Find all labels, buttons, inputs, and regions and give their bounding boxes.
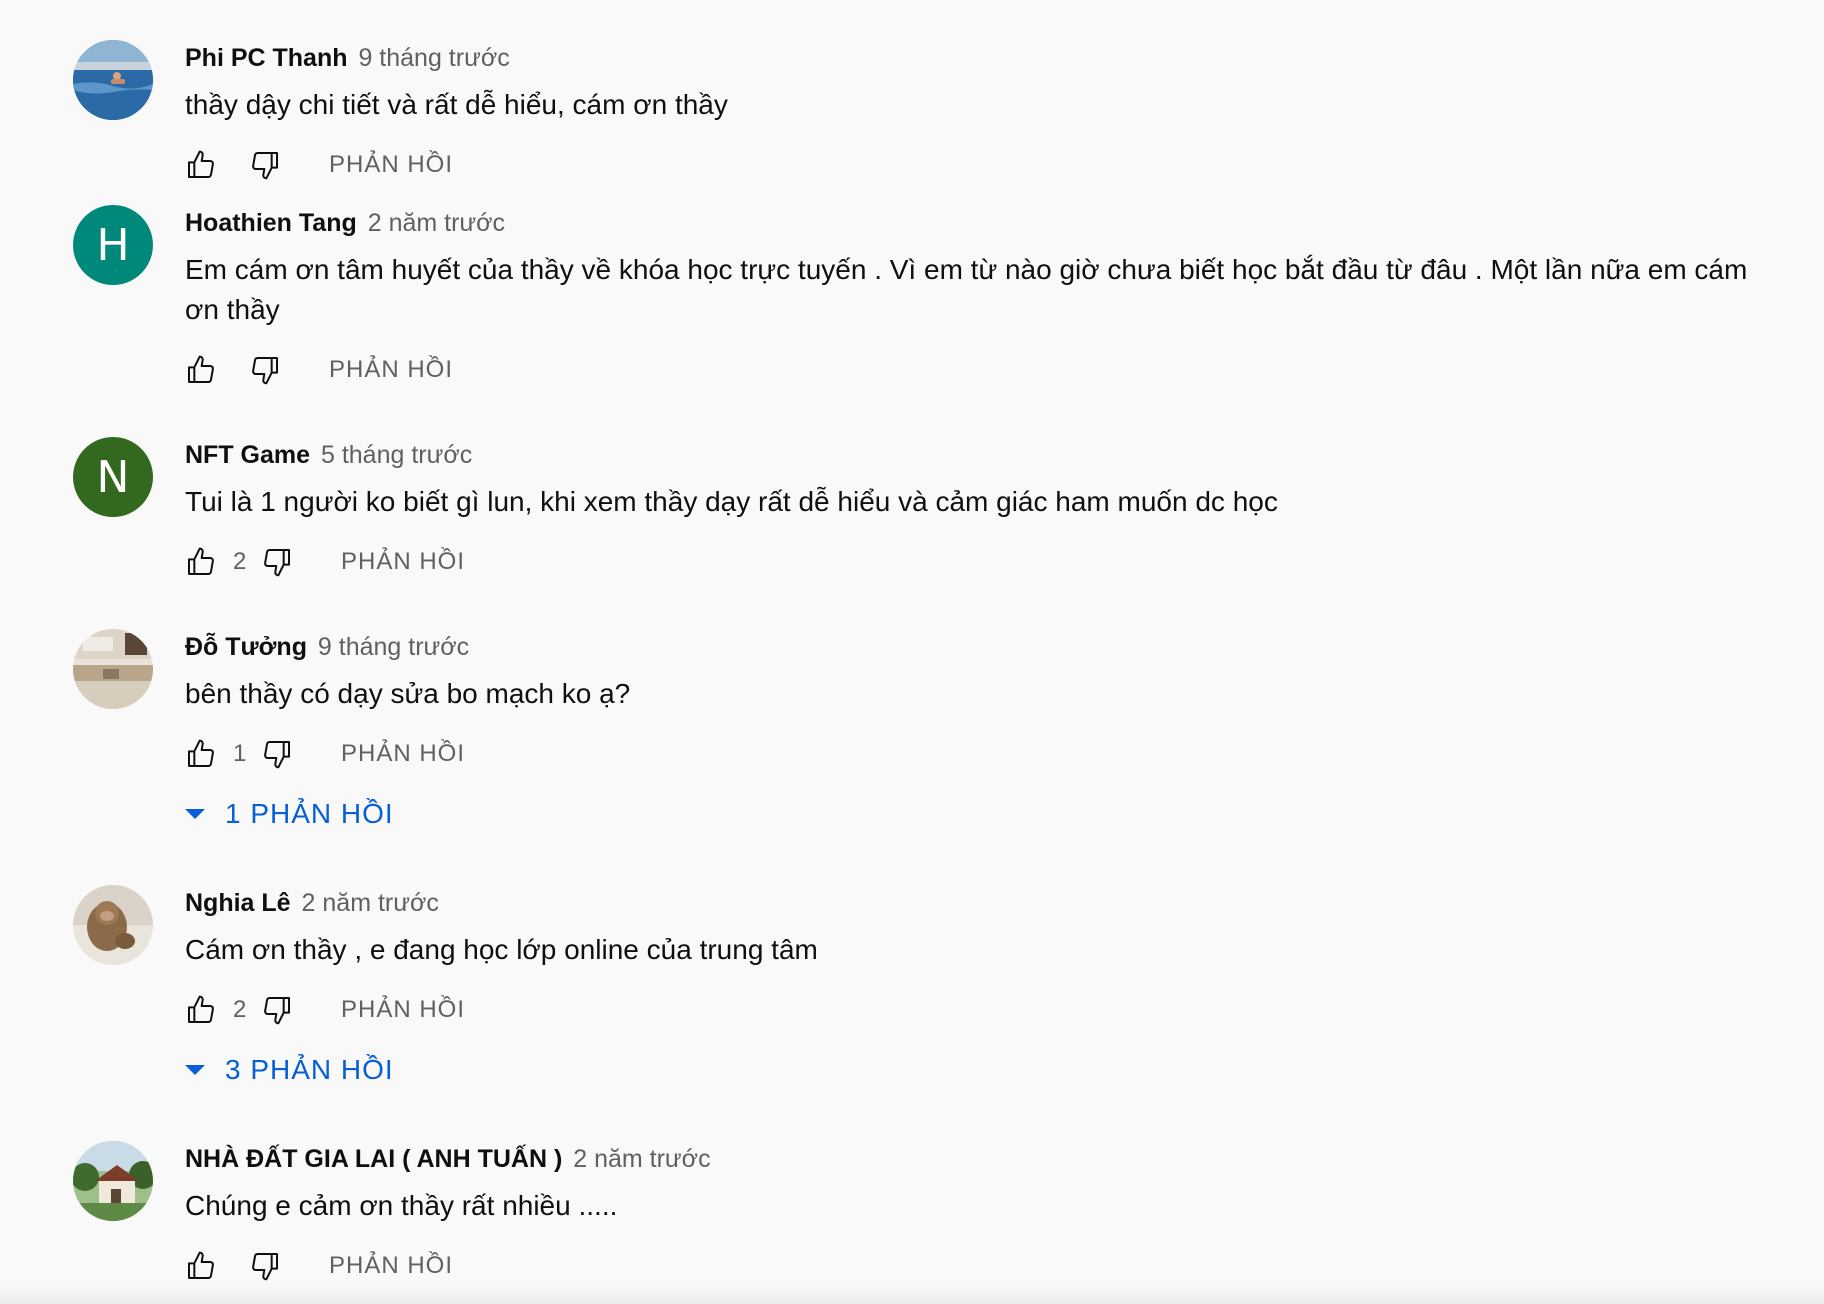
comment-body: Đỗ Tưởng 9 tháng trước bên thầy có dạy s… <box>185 629 1773 834</box>
thumbs-up-icon <box>188 150 214 178</box>
comment-thread: NHÀ ĐẤT GIA LAI ( ANH TUẤN ) 2 năm trước… <box>73 1141 1773 1301</box>
like-button[interactable] <box>185 1250 217 1282</box>
thumbs-up-icon <box>188 995 214 1023</box>
reply-button[interactable]: PHẢN HỒI <box>329 151 453 179</box>
avatar[interactable]: N <box>73 437 153 517</box>
avatar[interactable] <box>73 629 153 709</box>
comment-text: Cám ơn thầy , e đang học lớp online của … <box>185 934 818 965</box>
avatar[interactable] <box>73 40 153 120</box>
dislike-button[interactable] <box>249 354 281 386</box>
kitchen-photo-avatar-icon <box>73 629 153 709</box>
avatar-letter: H <box>96 219 130 271</box>
like-count: 2 <box>233 996 247 1023</box>
bottom-edge-shadow <box>0 1284 1824 1304</box>
like-count: 2 <box>233 548 247 575</box>
thumbs-down-icon <box>252 357 278 385</box>
comment-header: NHÀ ĐẤT GIA LAI ( ANH TUẤN ) 2 năm trước <box>185 1142 1773 1176</box>
comment-actions: 1 PHẢN HỒI <box>185 734 1773 774</box>
comment-thread: Nghia Lê 2 năm trước Cám ơn thầy , e đan… <box>73 885 1773 1141</box>
comment-body: Nghia Lê 2 năm trước Cám ơn thầy , e đan… <box>185 885 1773 1090</box>
comment-header: Phi PC Thanh 9 tháng trước <box>185 41 1773 75</box>
view-replies-button[interactable]: 1 PHẢN HỒI <box>185 794 1773 834</box>
comment-thread: H Hoathien Tang 2 năm trước Em cám ơn tâ… <box>73 205 1773 437</box>
comment-header: NFT Game 5 tháng trước <box>185 438 1773 472</box>
reply-button[interactable]: PHẢN HỒI <box>329 1252 453 1280</box>
house-photo-avatar-icon <box>73 1141 153 1221</box>
comment-actions: PHẢN HỒI <box>185 1246 1773 1286</box>
reply-button[interactable]: PHẢN HỒI <box>329 356 453 384</box>
comment-body: Hoathien Tang 2 năm trước Em cám ơn tâm … <box>185 205 1773 390</box>
view-replies-label: 1 PHẢN HỒI <box>225 798 394 829</box>
like-button[interactable] <box>185 354 217 386</box>
caret-down-icon <box>185 1065 205 1075</box>
dislike-button[interactable] <box>249 1250 281 1282</box>
author-name[interactable]: Hoathien Tang <box>185 209 357 237</box>
comment-body: NHÀ ĐẤT GIA LAI ( ANH TUẤN ) 2 năm trước… <box>185 1141 1773 1286</box>
comment-header: Hoathien Tang 2 năm trước <box>185 206 1773 240</box>
thumbs-down-icon <box>264 741 290 769</box>
timestamp[interactable]: 9 tháng trước <box>318 633 469 661</box>
thumbs-up-icon <box>188 1251 214 1279</box>
comment-actions: 2 PHẢN HỒI <box>185 990 1773 1030</box>
comment-thread: Đỗ Tưởng 9 tháng trước bên thầy có dạy s… <box>73 629 1773 885</box>
dislike-button[interactable] <box>261 738 293 770</box>
comment-body: NFT Game 5 tháng trước Tui là 1 người ko… <box>185 437 1773 582</box>
comment-text: Em cám ơn tâm huyết của thầy về khóa học… <box>185 254 1748 325</box>
timestamp[interactable]: 2 năm trước <box>302 889 439 917</box>
comments-section: Phi PC Thanh 9 tháng trước thầy dậy chi … <box>73 40 1773 1301</box>
thumbs-up-icon <box>188 739 214 767</box>
like-count: 1 <box>233 740 247 767</box>
comment-text: Tui là 1 người ko biết gì lun, khi xem t… <box>185 486 1278 517</box>
avatar-letter: N <box>96 451 130 503</box>
author-name[interactable]: Phi PC Thanh <box>185 44 348 72</box>
like-button[interactable] <box>185 738 217 770</box>
like-button[interactable] <box>185 149 217 181</box>
reply-button[interactable]: PHẢN HỒI <box>341 548 465 576</box>
comment-text: bên thầy có dạy sửa bo mạch ko ạ? <box>185 678 631 709</box>
comment-header: Đỗ Tưởng 9 tháng trước <box>185 630 1773 664</box>
comment-header: Nghia Lê 2 năm trước <box>185 886 1773 920</box>
comment-actions: PHẢN HỒI <box>185 350 1773 390</box>
comment-text: thầy dậy chi tiết và rất dễ hiểu, cám ơn… <box>185 89 728 120</box>
comment-actions: 2 PHẢN HỒI <box>185 542 1773 582</box>
thumbs-down-icon <box>252 1253 278 1281</box>
comment-actions: PHẢN HỒI <box>185 145 1773 185</box>
dislike-button[interactable] <box>249 149 281 181</box>
thumbs-down-icon <box>264 549 290 577</box>
timestamp[interactable]: 5 tháng trước <box>321 441 472 469</box>
comment-body: Phi PC Thanh 9 tháng trước thầy dậy chi … <box>185 40 1773 185</box>
avatar[interactable] <box>73 1141 153 1221</box>
comment-thread: N NFT Game 5 tháng trước Tui là 1 người … <box>73 437 1773 629</box>
comment-thread: Phi PC Thanh 9 tháng trước thầy dậy chi … <box>73 40 1773 205</box>
caret-down-icon <box>185 809 205 819</box>
dislike-button[interactable] <box>261 546 293 578</box>
avatar[interactable] <box>73 885 153 965</box>
like-button[interactable] <box>185 546 217 578</box>
author-name[interactable]: Đỗ Tưởng <box>185 633 307 661</box>
reply-button[interactable]: PHẢN HỒI <box>341 996 465 1024</box>
thumbs-up-icon <box>188 355 214 383</box>
dislike-button[interactable] <box>261 994 293 1026</box>
pool-photo-avatar-icon <box>73 40 153 120</box>
avatar[interactable]: H <box>73 205 153 285</box>
monkey-photo-avatar-icon <box>73 885 153 965</box>
thumbs-down-icon <box>252 152 278 180</box>
thumbs-up-icon <box>188 547 214 575</box>
timestamp[interactable]: 2 năm trước <box>573 1145 710 1173</box>
author-name[interactable]: NFT Game <box>185 441 310 469</box>
author-name[interactable]: Nghia Lê <box>185 889 291 917</box>
comment-text: Chúng e cảm ơn thầy rất nhiều ..... <box>185 1190 618 1221</box>
like-button[interactable] <box>185 994 217 1026</box>
timestamp[interactable]: 2 năm trước <box>368 209 505 237</box>
timestamp[interactable]: 9 tháng trước <box>358 44 509 72</box>
view-replies-button[interactable]: 3 PHẢN HỒI <box>185 1050 1773 1090</box>
thumbs-down-icon <box>264 997 290 1025</box>
author-name[interactable]: NHÀ ĐẤT GIA LAI ( ANH TUẤN ) <box>185 1145 562 1173</box>
view-replies-label: 3 PHẢN HỒI <box>225 1054 394 1085</box>
reply-button[interactable]: PHẢN HỒI <box>341 740 465 768</box>
